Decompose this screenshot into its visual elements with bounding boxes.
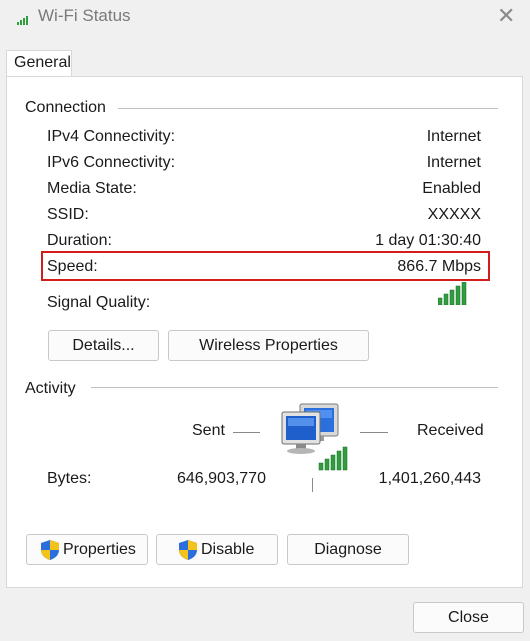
properties-button[interactable]: Properties <box>26 534 148 565</box>
ssid-label: SSID: <box>47 206 89 223</box>
ipv6-label: IPv6 Connectivity: <box>47 154 176 171</box>
ssid-value: XXXXX <box>427 206 481 223</box>
close-button[interactable]: Close <box>413 602 524 633</box>
diagnose-button[interactable]: Diagnose <box>287 534 409 565</box>
activity-divider <box>91 387 498 388</box>
media-state-value: Enabled <box>422 180 481 197</box>
activity-separator <box>312 478 313 492</box>
received-label: Received <box>417 422 484 439</box>
duration-value: 1 day 01:30:40 <box>375 232 481 249</box>
close-icon[interactable]: ✕ <box>497 4 515 28</box>
tab-general[interactable]: General <box>6 50 72 77</box>
connection-divider <box>118 108 498 109</box>
received-dash <box>360 432 388 433</box>
sent-label: Sent <box>192 422 225 439</box>
ipv6-value: Internet <box>426 154 481 171</box>
bytes-received-value: 1,401,260,443 <box>378 470 481 487</box>
speed-value: 866.7 Mbps <box>397 258 481 275</box>
properties-button-label: Properties <box>63 540 136 558</box>
duration-label: Duration: <box>47 232 112 249</box>
signal-bars-icon <box>437 281 468 310</box>
wireless-properties-button[interactable]: Wireless Properties <box>168 330 369 361</box>
ipv4-label: IPv4 Connectivity: <box>47 128 176 145</box>
network-computers-icon <box>276 400 356 477</box>
speed-label: Speed: <box>47 258 98 275</box>
shield-icon <box>177 539 199 561</box>
connection-section-label: Connection <box>25 99 106 116</box>
sent-dash <box>233 432 260 433</box>
bytes-sent-value: 646,903,770 <box>177 470 266 487</box>
disable-button[interactable]: Disable <box>156 534 278 565</box>
window-title: Wi-Fi Status <box>38 6 131 25</box>
activity-section-label: Activity <box>25 380 76 397</box>
bytes-label: Bytes: <box>47 470 92 487</box>
media-state-label: Media State: <box>47 180 137 197</box>
signal-quality-label: Signal Quality: <box>47 294 151 311</box>
details-button[interactable]: Details... <box>48 330 159 361</box>
shield-icon <box>39 539 61 561</box>
wifi-status-icon <box>17 12 31 30</box>
ipv4-value: Internet <box>426 128 481 145</box>
disable-button-label: Disable <box>201 540 255 558</box>
